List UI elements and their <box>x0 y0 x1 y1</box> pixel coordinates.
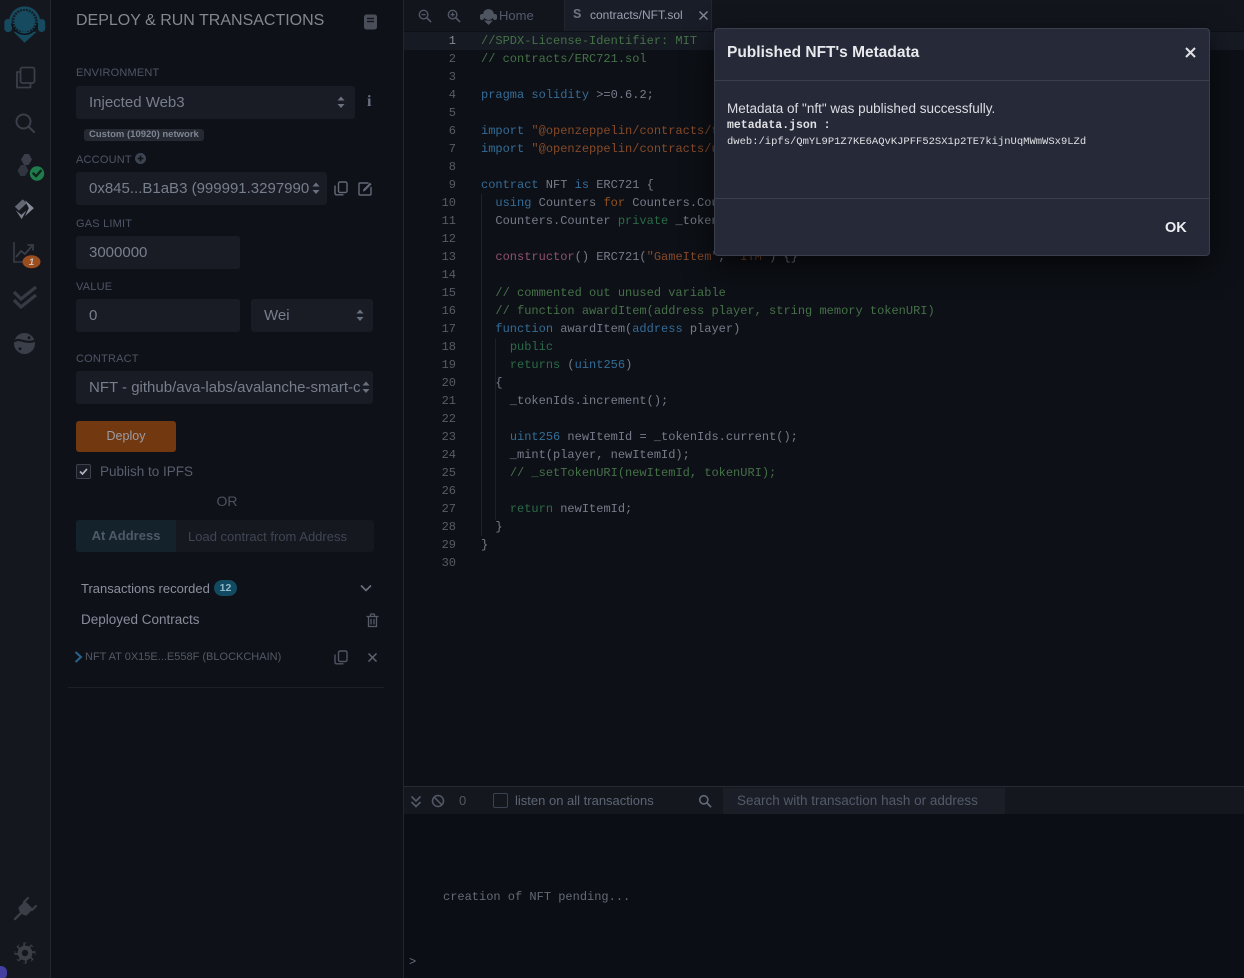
svg-text:1: 1 <box>29 257 34 268</box>
